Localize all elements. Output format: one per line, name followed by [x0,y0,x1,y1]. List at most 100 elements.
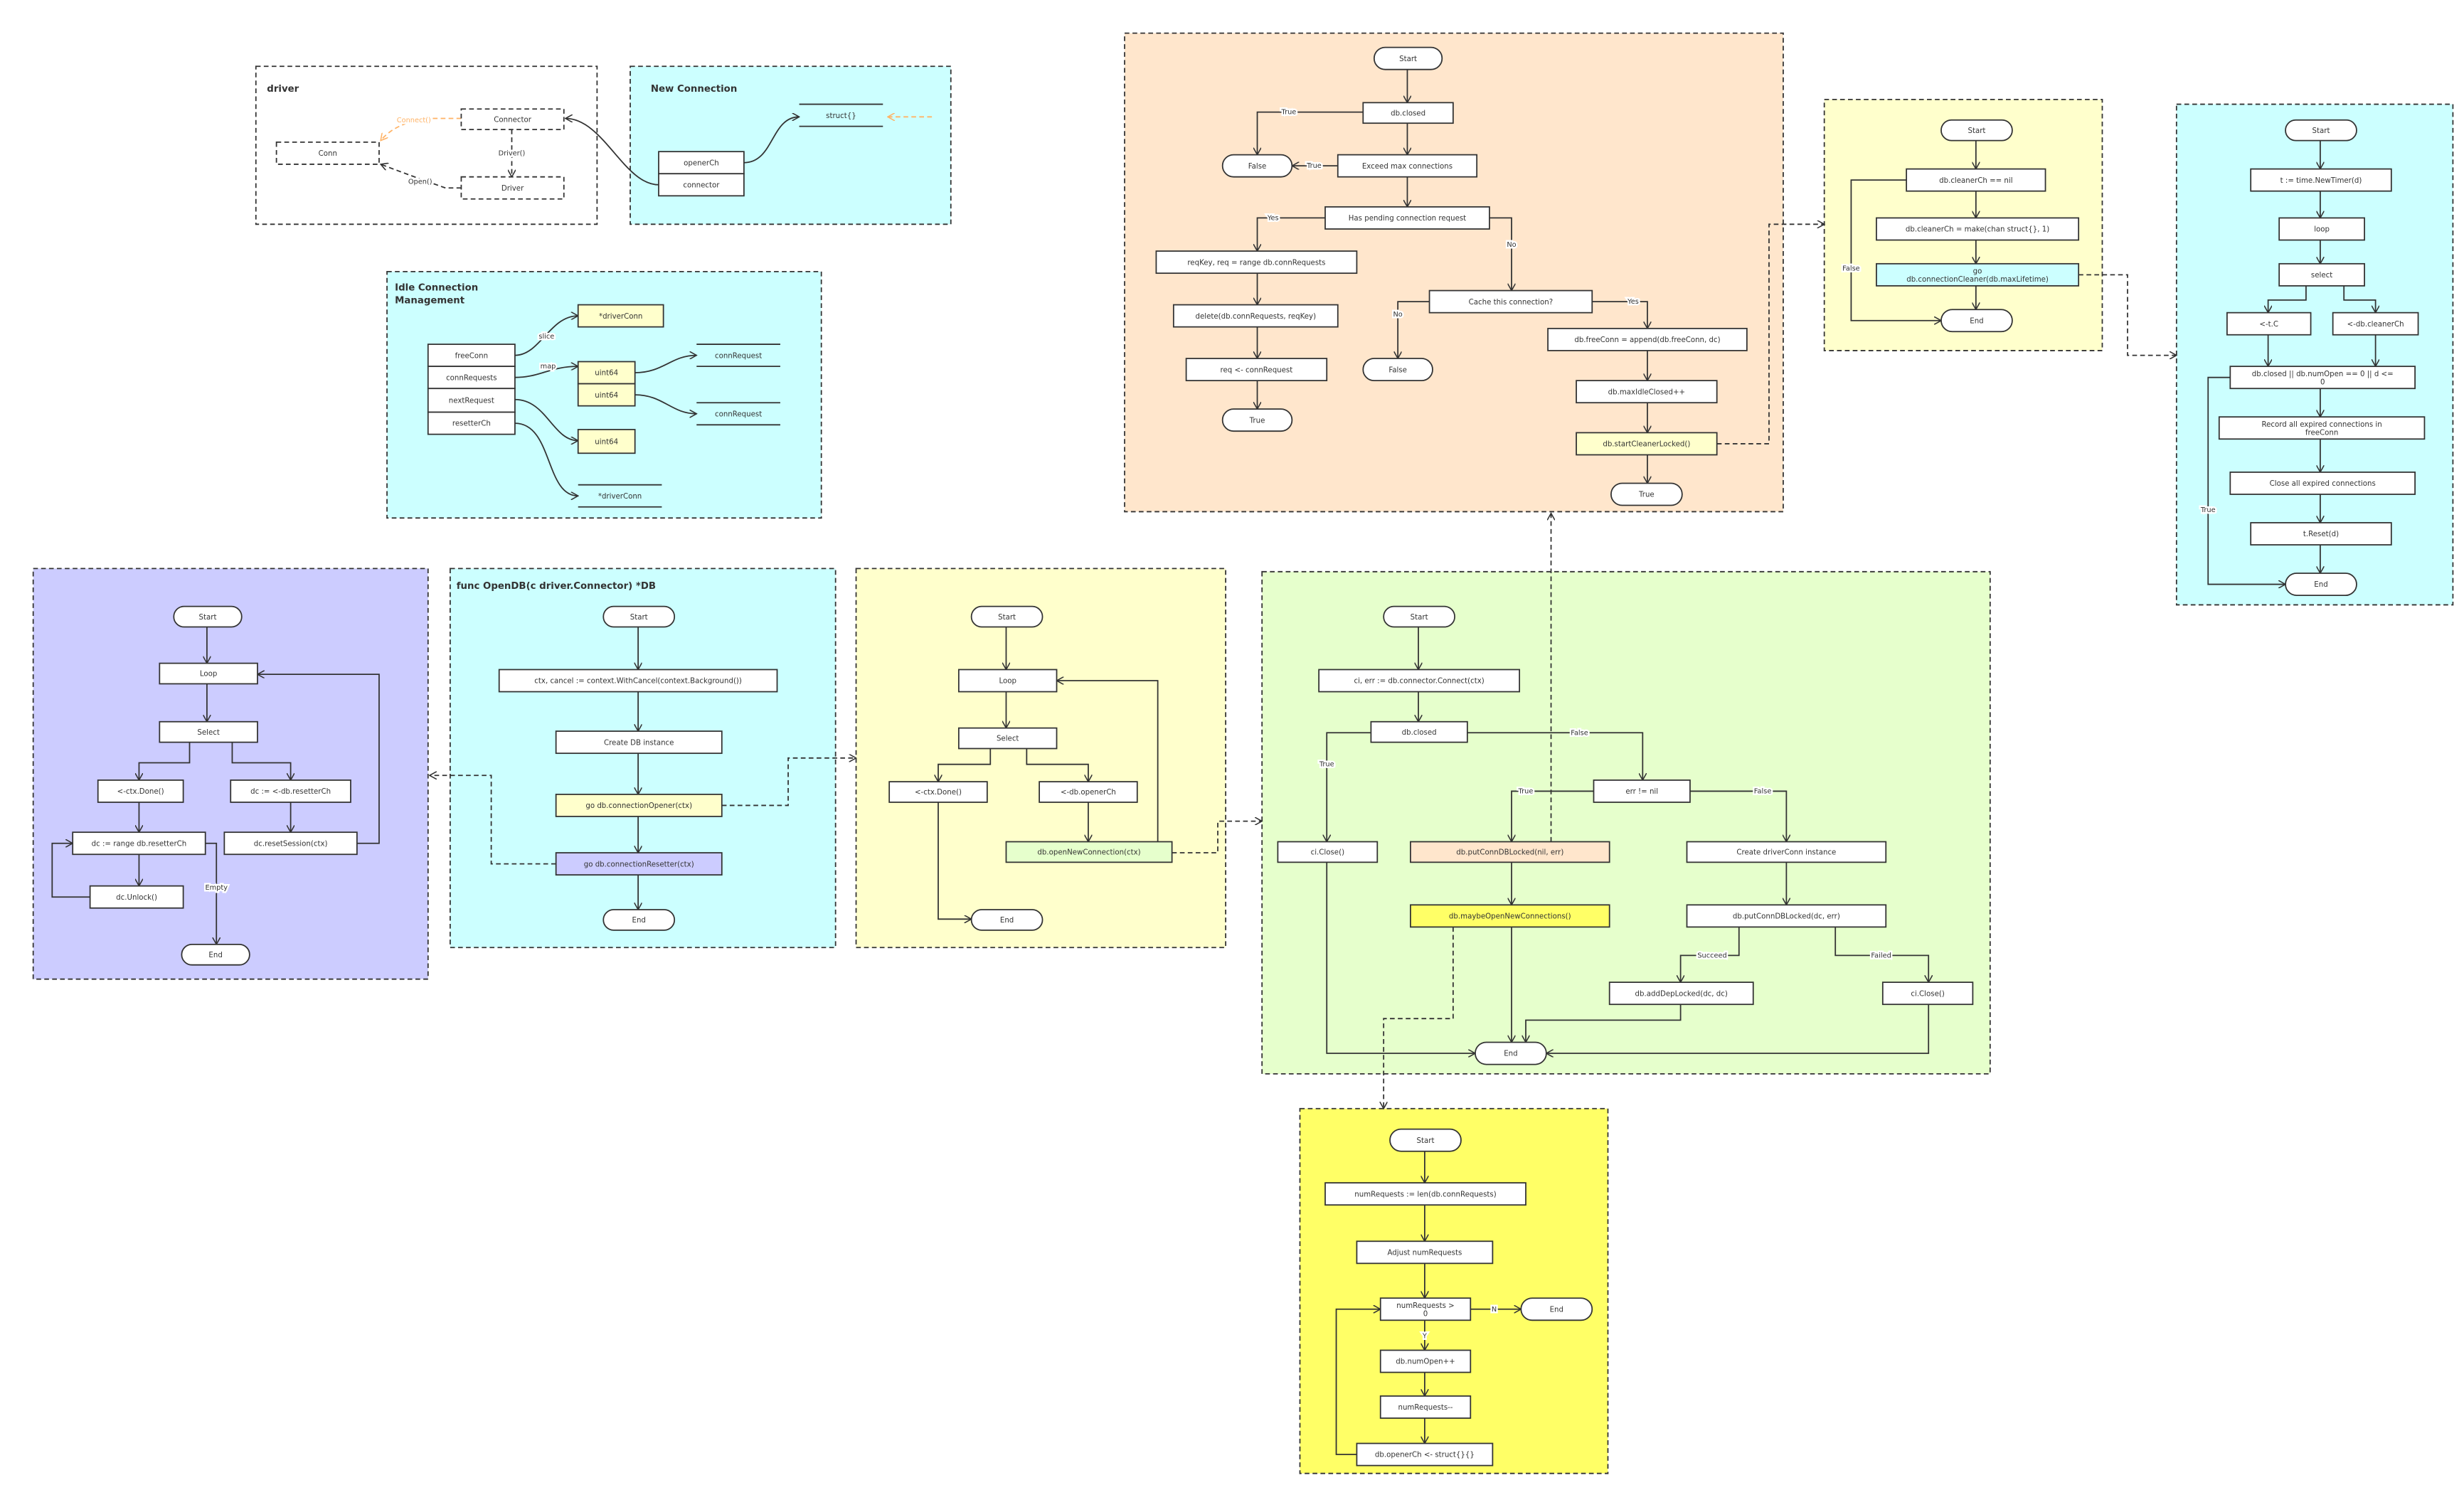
node-pc-false1: False [1221,154,1293,178]
edge-label-onc-false-closed: False [1571,729,1588,737]
node-op-openerch: <-db.openerCh [1039,781,1138,803]
node-label: numRequests-- [1398,1404,1453,1412]
node-cl-go: godb.connectionCleaner(db.maxLifetime) [1876,262,2080,287]
node-od-create: Create DB instance [555,730,723,755]
node-cc-reset: t.Reset(d) [2250,522,2392,546]
node-label: True [1249,417,1265,425]
edge-label-cl-false: False [1842,265,1860,272]
node-cc-select: select [2278,262,2365,287]
node-label: *driverConn [598,493,642,501]
node-op-end: End [970,909,1044,931]
node-rs-end: End [181,943,250,966]
node-label: db.closed [1402,729,1437,737]
panel-title: Idle Connection [395,283,478,294]
node-cc-timer: t := time.NewTimer(d) [2250,168,2392,192]
node-label: Create driverConn instance [1736,849,1836,857]
node-idle-freeconn: freeConn [427,344,516,368]
node-label: go [1973,267,1982,275]
node-onc-end: End [1475,1041,1547,1065]
node-cc-tc: <-t.C [2226,312,2312,336]
node-op-opennew: db.openNewConnection(ctx) [1005,841,1173,863]
node-label: Cache this connection? [1469,299,1553,307]
node-label: End [632,917,646,925]
node-label: ci.Close() [1911,990,1944,998]
node-label: Has pending connection request [1349,215,1466,223]
node-label: True [1638,491,1655,499]
node-label: db.putConnDBLocked(dc, err) [1733,913,1840,921]
node-label: connector [683,181,720,189]
node-rs-select: Select [159,720,258,743]
panel-new-connection: New Connection [630,65,952,225]
edge-label-onc-true-closed: True [1319,761,1334,769]
node-od-ctx: ctx, cancel := context.WithCancel(contex… [498,669,778,693]
node-label: End [1000,917,1014,925]
node-label: <-t.C [2259,321,2278,329]
node-label: loop [2314,226,2330,234]
node-pc-true2: True [1610,482,1683,506]
node-rs-range: dc := range db.resetterCh [72,831,206,856]
node-label: Record all expired connections in [2262,421,2382,429]
node-label: db.openerCh <- struct{}{} [1375,1452,1475,1459]
node-label: Start [1417,1137,1435,1145]
node-onc-start: Start [1383,605,1455,628]
node-label: <-db.cleanerCh [2347,321,2404,329]
node-idle-uint64-2: uint64 [577,383,636,407]
node-label: freeConn [455,352,488,360]
node-label: *driverConn [599,313,642,321]
node-pc-cache: Cache this connection? [1428,289,1593,314]
node-cc-end: End [2285,573,2357,596]
node-pc-closed: db.closed [1362,102,1454,124]
edge-label-pc-no-cache: No [1393,311,1403,319]
node-label: End [1550,1306,1563,1314]
node-idle-uint64-3: uint64 [577,429,636,454]
node-label: delete(db.connRequests, reqKey) [1196,313,1317,321]
node-label: Adjust numRequests [1388,1249,1462,1257]
node-idle-driverconn1: *driverConn [577,304,664,328]
node-label: End [208,952,222,959]
node-nc-connector: connector [658,173,745,197]
edge-label-onc-failed: Failed [1871,952,1891,959]
edge-label-pc-yes-pending: Yes [1267,214,1279,222]
node-label: Start [998,614,1016,622]
node-label: Start [1411,614,1428,622]
node-drv-connector: Connector [460,108,565,130]
node-onc-putnil: db.putConnDBLocked(nil, err) [1410,841,1610,863]
node-label: Start [199,614,217,622]
node-label: err != nil [1625,788,1658,796]
node-label: go db.connectionOpener(ctx) [585,802,692,810]
node-idle-resetterch: resetterCh [427,411,516,435]
node-label: Close all expired connections [2270,480,2376,488]
node-label: db.freeConn = append(db.freeConn, dc) [1574,336,1720,344]
node-label: <-db.openerCh [1061,789,1116,797]
node-mo-len: numRequests := len(db.connRequests) [1324,1182,1526,1206]
node-onc-err: err != nil [1593,779,1691,803]
node-od-resetter: go db.connectionResetter(ctx) [555,852,723,876]
node-label: db.putConnDBLocked(nil, err) [1456,849,1563,857]
node-cl-make: db.cleanerCh = make(chan struct{}, 1) [1876,217,2080,241]
node-pc-append: db.freeConn = append(db.freeConn, dc) [1547,327,1748,351]
node-label: db.connectionCleaner(db.maxLifetime) [1906,276,2049,284]
edge-label-onc-false-err: False [1754,787,1772,795]
node-mo-dec: numRequests-- [1379,1395,1472,1419]
node-pc-start: Start [1373,46,1443,70]
node-label: go db.connectionResetter(ctx) [584,861,694,868]
node-label: t := time.NewTimer(d) [2280,177,2362,185]
node-cl-nil: db.cleanerCh == nil [1906,168,2046,192]
edge-label-rs-empty: Empty [205,884,228,892]
node-rs-loop: Loop [159,662,258,685]
node-pc-delete: delete(db.connRequests, reqKey) [1172,304,1339,328]
edge-label-cc-true: True [2200,506,2216,514]
node-label: select [2311,272,2332,280]
node-mo-end: End [1520,1297,1593,1321]
node-label: False [1248,163,1267,171]
node-label: 0 [1423,1310,1428,1318]
node-label: Select [197,729,219,737]
panel-title: func OpenDB(c driver.Connector) *DB [457,581,656,592]
panel-connection-resetter [32,568,429,980]
node-label: db.closed || db.numOpen == 0 || d <= [2252,371,2394,378]
node-onc-close1: ci.Close() [1277,841,1379,863]
node-mo-cond: numRequests >0 [1379,1297,1472,1321]
node-label: freeConn [2305,429,2338,437]
node-label: resetterCh [452,420,491,428]
node-label: End [1504,1050,1517,1058]
